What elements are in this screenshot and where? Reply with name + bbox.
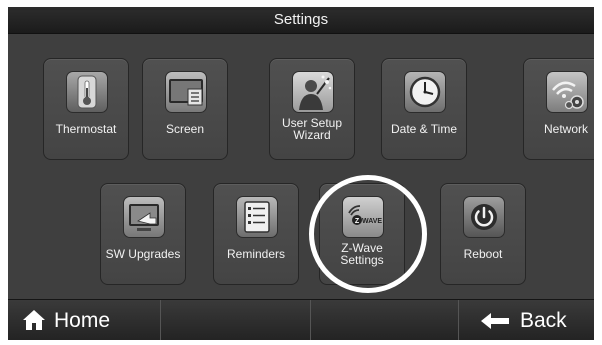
clock-icon <box>404 71 446 113</box>
network-tile[interactable]: Network <box>523 58 594 160</box>
home-button[interactable]: Home <box>8 300 160 340</box>
reminders-icon <box>236 196 278 238</box>
page-title: Settings <box>273 11 329 28</box>
date-time-tile[interactable]: Date & Time <box>381 58 467 160</box>
back-arrow-icon <box>481 313 509 329</box>
zwave-icon: Z WAVE <box>342 196 384 238</box>
thermostat-tile[interactable]: Thermostat <box>43 58 129 160</box>
network-label: Network <box>543 122 588 136</box>
network-icon <box>546 71 588 113</box>
wizard-icon <box>292 71 334 113</box>
power-icon <box>463 196 505 238</box>
svg-text:WAVE: WAVE <box>362 218 382 225</box>
svg-text:Z: Z <box>355 218 360 225</box>
back-label: Back <box>520 309 567 332</box>
nav-segment <box>160 300 311 340</box>
home-label: Home <box>54 309 111 332</box>
z-wave-settings-tile[interactable]: Z WAVE Z-Wave Settings <box>319 183 405 285</box>
sw-upgrades-tile[interactable]: SW Upgrades <box>100 183 186 285</box>
sw-upgrades-label: SW Upgrades <box>105 247 181 261</box>
user-setup-wizard-tile[interactable]: User Setup Wizard <box>269 58 355 160</box>
title-bar: Settings <box>8 7 594 34</box>
reminders-label: Reminders <box>226 247 286 261</box>
reboot-label: Reboot <box>463 247 503 261</box>
screen-icon <box>165 71 207 113</box>
user-setup-wizard-label: User Setup Wizard <box>281 116 343 142</box>
nav-segment <box>310 300 459 340</box>
reboot-tile[interactable]: Reboot <box>440 183 526 285</box>
reminders-tile[interactable]: Reminders <box>213 183 299 285</box>
thermostat-icon <box>66 71 108 113</box>
settings-screen: Settings Thermostat Screen User Setup Wi… <box>8 7 594 340</box>
bottom-nav-bar: Home Back <box>8 299 594 340</box>
screen-tile[interactable]: Screen <box>142 58 228 160</box>
z-wave-settings-label: Z-Wave Settings <box>340 241 384 267</box>
home-icon <box>23 310 45 330</box>
screen-label: Screen <box>165 122 205 136</box>
date-time-label: Date & Time <box>390 122 458 136</box>
upgrade-icon <box>123 196 165 238</box>
back-button[interactable]: Back <box>458 300 594 340</box>
thermostat-label: Thermostat <box>55 122 117 136</box>
